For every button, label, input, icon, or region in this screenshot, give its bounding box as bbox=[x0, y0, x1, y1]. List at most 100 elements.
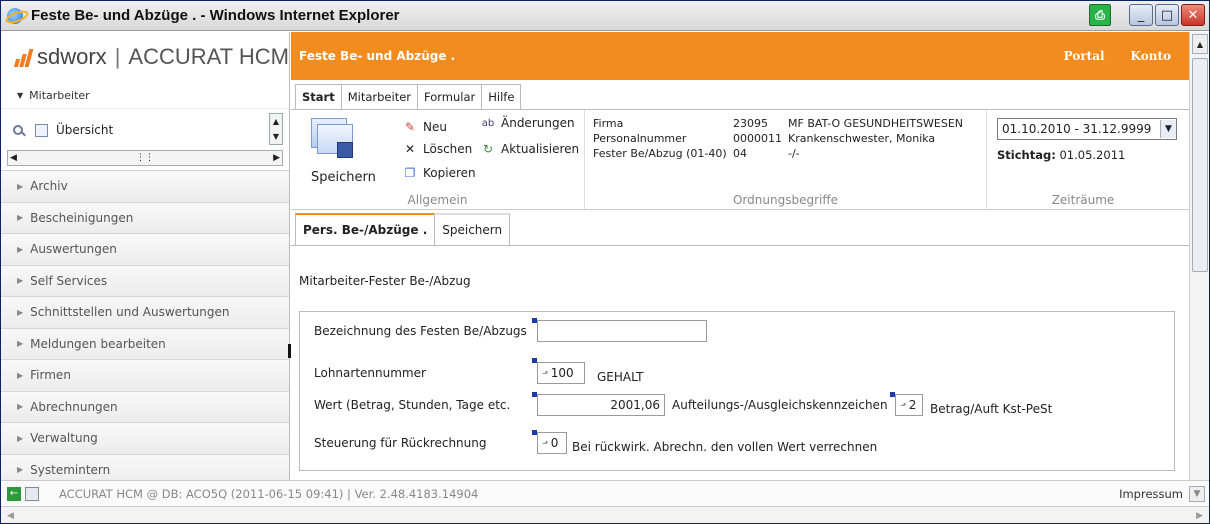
aenderungen-label: Änderungen bbox=[501, 116, 575, 130]
group-zeitraeume: 01.10.2010 - 31.12.9999 ▼ Stichtag: 01.0… bbox=[987, 110, 1179, 209]
triangle-down-icon: ▼ bbox=[17, 90, 24, 100]
brand-separator: | bbox=[114, 44, 121, 69]
steuer-input[interactable]: ⬏ 0 bbox=[537, 432, 567, 454]
scroll-left-icon[interactable]: ◀ bbox=[7, 511, 14, 521]
chevron-right-icon: ▶ bbox=[17, 276, 24, 286]
scroll-right-icon[interactable]: ▶ bbox=[1196, 511, 1203, 521]
nav-item-schnittstellen[interactable]: ▶ Schnittstellen und Auswertungen bbox=[1, 296, 289, 328]
nav-item-self-services[interactable]: ▶ Self Services bbox=[1, 264, 289, 296]
nav-item-label: Auswertungen bbox=[30, 242, 117, 257]
nav-item-bescheinigungen[interactable]: ▶ Bescheinigungen bbox=[1, 201, 289, 233]
lookup-icon[interactable]: ⬏ bbox=[900, 401, 907, 410]
ordnung-desc: Krankenschwester, Monika bbox=[788, 132, 936, 145]
nav-item-meldungen[interactable]: ▶ Meldungen bearbeiten bbox=[1, 327, 289, 359]
lohnart-input[interactable]: ⬏ 100 bbox=[537, 362, 585, 384]
chevron-right-icon: ▶ bbox=[17, 213, 24, 223]
chevron-down-icon[interactable]: ▼ bbox=[1189, 485, 1205, 502]
neu-button[interactable]: ✎ Neu bbox=[403, 120, 447, 134]
tab-formular[interactable]: Formular bbox=[417, 84, 483, 109]
page-scrollbar[interactable]: ▲ bbox=[1189, 32, 1209, 480]
steuer-label: Steuerung für Rückrechnung bbox=[314, 436, 487, 450]
nav-item-firmen[interactable]: ▶ Firmen bbox=[1, 359, 289, 391]
ordnung-value: 0000011 bbox=[733, 132, 782, 145]
main-content: Feste Be- und Abzüge . Portal Konto Star… bbox=[291, 32, 1189, 480]
browser-window: Feste Be- und Abzüge . - Windows Interne… bbox=[0, 0, 1210, 524]
overview-link[interactable]: Übersicht bbox=[56, 123, 113, 137]
table-row: Fester Be/Abzug (01-40) 04 -/- bbox=[593, 146, 969, 161]
aufteil-desc: Betrag/Auft Kst-PeSt bbox=[930, 402, 1053, 416]
back-icon[interactable]: ← bbox=[7, 486, 21, 501]
printer-icon[interactable]: ⎙ bbox=[1089, 4, 1111, 26]
bezeichnung-label: Bezeichnung des Festen Be/Abzugs bbox=[314, 324, 527, 338]
horizontal-scrollbar[interactable]: ◀ ▶ bbox=[1, 506, 1209, 523]
scroll-up-icon[interactable]: ▲ bbox=[1192, 34, 1208, 54]
close-button[interactable]: ✕ bbox=[1181, 4, 1205, 26]
aufteil-input[interactable]: ⬏ 2 bbox=[895, 394, 923, 416]
zeitraum-value: 01.10.2010 - 31.12.9999 bbox=[1002, 122, 1152, 136]
lookup-icon[interactable]: ⬏ bbox=[542, 369, 549, 378]
stichtag: Stichtag: 01.05.2011 bbox=[997, 148, 1169, 162]
kopieren-button[interactable]: ❐ Kopieren bbox=[403, 166, 476, 180]
status-bar: ← ACCURAT HCM @ DB: ACO5Q (2011-06-15 09… bbox=[1, 480, 1209, 506]
save-button[interactable]: Speichern bbox=[311, 170, 376, 185]
chevron-right-icon: ▶ bbox=[17, 402, 24, 412]
print-icon[interactable] bbox=[25, 486, 39, 501]
aenderungen-button[interactable]: ab Änderungen bbox=[481, 116, 575, 130]
tab-mitarbeiter[interactable]: Mitarbeiter bbox=[340, 84, 419, 109]
spellcheck-icon: ab bbox=[481, 117, 495, 129]
nav-item-auswertungen[interactable]: ▶ Auswertungen bbox=[1, 233, 289, 265]
lohnart-label: Lohnartennummer bbox=[314, 366, 426, 380]
chevron-right-icon: ▶ bbox=[17, 339, 24, 349]
overview-hscrollbar[interactable]: ◀ ⋮⋮ ▶ bbox=[7, 150, 283, 166]
maximize-button[interactable]: □ bbox=[1155, 4, 1179, 26]
ordnung-key: Fester Be/Abzug (01-40) bbox=[593, 147, 727, 160]
loeschen-label: Löschen bbox=[423, 142, 473, 156]
nav-item-label: Abrechnungen bbox=[30, 399, 118, 414]
sdworx-logo-icon bbox=[13, 47, 34, 67]
nav-item-label: Archiv bbox=[30, 179, 68, 194]
ordnung-value: 23095 bbox=[733, 117, 768, 130]
scroll-thumb[interactable] bbox=[1192, 58, 1208, 272]
scroll-left-icon[interactable]: ◀ bbox=[10, 153, 17, 163]
nav-item-archiv[interactable]: ▶ Archiv bbox=[1, 170, 289, 202]
nav-item-verwaltung[interactable]: ▶ Verwaltung bbox=[1, 422, 289, 454]
portal-link[interactable]: Portal bbox=[1064, 49, 1105, 63]
status-text: ACCURAT HCM @ DB: ACO5Q (2011-06-15 09:4… bbox=[59, 486, 479, 501]
konto-link[interactable]: Konto bbox=[1131, 49, 1171, 63]
tab-start[interactable]: Start bbox=[295, 84, 342, 109]
nav-item-label: Meldungen bearbeiten bbox=[30, 336, 166, 351]
form-tabs: Pers. Be-/Abzüge . Speichern bbox=[291, 210, 1189, 246]
brand-product: ACCURAT HCM bbox=[128, 44, 289, 69]
chevron-right-icon: ▶ bbox=[17, 307, 24, 317]
impressum-link[interactable]: Impressum bbox=[1119, 487, 1183, 501]
brand-company: sdworx bbox=[37, 44, 107, 69]
wert-input[interactable]: 2001,06 bbox=[537, 394, 665, 416]
bezeichnung-input[interactable] bbox=[537, 320, 707, 342]
nav-section-label: Mitarbeiter bbox=[29, 88, 90, 102]
save-icon[interactable] bbox=[311, 118, 357, 158]
aktualisieren-button[interactable]: ↻ Aktualisieren bbox=[481, 142, 579, 156]
chevron-right-icon: ▶ bbox=[17, 465, 24, 475]
group-allgemein: Speichern ✎ Neu ✕ Löschen ❐ Kopieren ab Ände… bbox=[291, 110, 585, 209]
aktualisieren-label: Aktualisieren bbox=[501, 142, 580, 156]
list-icon bbox=[35, 123, 48, 137]
tab-hilfe[interactable]: Hilfe bbox=[481, 84, 522, 109]
zeitraum-select[interactable]: 01.10.2010 - 31.12.9999 ▼ bbox=[997, 118, 1177, 140]
scroll-right-icon[interactable]: ▶ bbox=[273, 153, 280, 163]
page-header: Feste Be- und Abzüge . Portal Konto bbox=[291, 32, 1189, 80]
tab-pers-be-abzuege[interactable]: Pers. Be-/Abzüge . bbox=[295, 213, 436, 245]
ordnung-table: Firma 23095 MF BAT-O GESUNDHEITSWESEN Pers… bbox=[593, 116, 969, 161]
tab-speichern[interactable]: Speichern bbox=[434, 213, 511, 245]
loeschen-button[interactable]: ✕ Löschen bbox=[403, 142, 472, 156]
nav-section-mitarbeiter[interactable]: ▼ Mitarbeiter bbox=[1, 82, 289, 108]
minimize-button[interactable]: _ bbox=[1129, 4, 1153, 26]
form-panel: Bezeichnung des Festen Be/Abzugs Lohnart… bbox=[299, 311, 1175, 471]
overview-scrollbar[interactable]: ▲ ▼ bbox=[269, 113, 283, 145]
form-title: Mitarbeiter-Fester Be-/Abzug bbox=[299, 274, 471, 288]
search-icon[interactable] bbox=[13, 125, 23, 135]
chevron-down-icon[interactable]: ▼ bbox=[1160, 120, 1176, 138]
wert-label: Wert (Betrag, Stunden, Tage etc. bbox=[314, 398, 511, 412]
copy-icon: ❐ bbox=[404, 166, 416, 180]
nav-item-abrechnungen[interactable]: ▶ Abrechnungen bbox=[1, 390, 289, 422]
lookup-icon[interactable]: ⬏ bbox=[542, 439, 549, 448]
